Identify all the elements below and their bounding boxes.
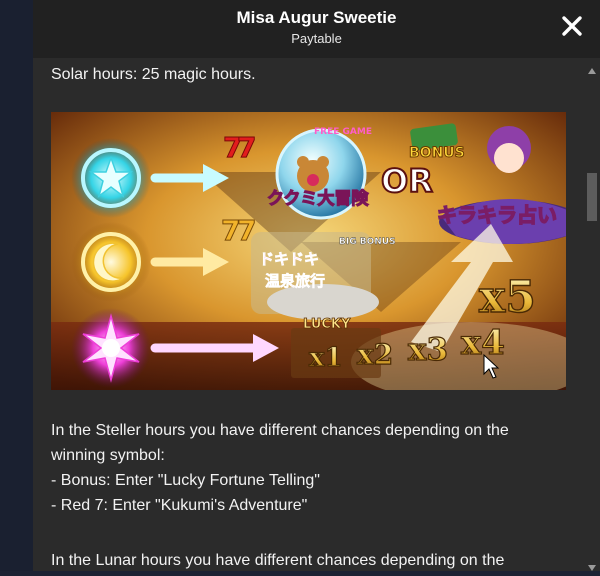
bonus-label: BONUS	[409, 145, 465, 161]
game-title: Misa Augur Sweetie	[236, 8, 397, 27]
bonus-title: キラキラ占い	[437, 203, 557, 227]
multiplier-x1: x1	[309, 343, 343, 373]
multiplier-x5: x5	[479, 272, 536, 323]
paragraph-line-1: In the Steller hours you have different …	[51, 422, 509, 439]
free-game-label: FREE GAME	[314, 127, 372, 137]
paragraph-line-2: winning symbol:	[51, 447, 165, 464]
solar-hours-text: Solar hours: 25 magic hours.	[51, 66, 256, 83]
svg-text:7: 7	[237, 131, 256, 164]
scroll-thumb[interactable]	[587, 173, 597, 221]
close-x-icon	[562, 16, 582, 36]
scroll-down-button[interactable]	[588, 558, 596, 576]
or-label: OR	[381, 162, 433, 200]
big-bonus-title-2: 温泉旅行	[265, 272, 325, 290]
free-game-title: ククミ大冒険	[267, 188, 369, 209]
paragraph-line-4: - Red 7: Enter "Kukumi's Adventure"	[51, 497, 308, 514]
lucky-label: LUCKY	[303, 317, 351, 332]
multiplier-x3: x3	[408, 332, 448, 368]
dialog-subtitle: Paytable	[291, 31, 342, 46]
arrow-down-icon	[588, 565, 596, 571]
big-bonus-label: BIG BONUS	[339, 237, 396, 247]
scroll-up-button[interactable]	[588, 61, 596, 79]
dialog-header: Misa Augur Sweetie Paytable	[33, 0, 600, 58]
multiplier-x2: x2	[357, 338, 393, 371]
close-button[interactable]	[558, 12, 586, 40]
feature-artwork: 7 7 FREE GAME ククミ大冒険 OR BONUS キラキラ占い 7 7…	[51, 112, 566, 390]
background-left-strip	[0, 0, 33, 571]
paragraph-line-6: In the Lunar hours you have different ch…	[51, 552, 505, 569]
multiplier-x4: x4	[461, 323, 505, 363]
paytable-content: Solar hours: 25 magic hours. 7 7 FREE GA…	[33, 58, 584, 571]
paytable-dialog: Misa Augur Sweetie Paytable Solar hours:…	[33, 0, 600, 571]
big-bonus-title-1: ドキドキ	[259, 250, 319, 268]
arrow-up-icon	[588, 68, 596, 74]
paragraph-line-3: - Bonus: Enter "Lucky Fortune Telling"	[51, 472, 320, 489]
vertical-scrollbar[interactable]	[584, 58, 600, 571]
